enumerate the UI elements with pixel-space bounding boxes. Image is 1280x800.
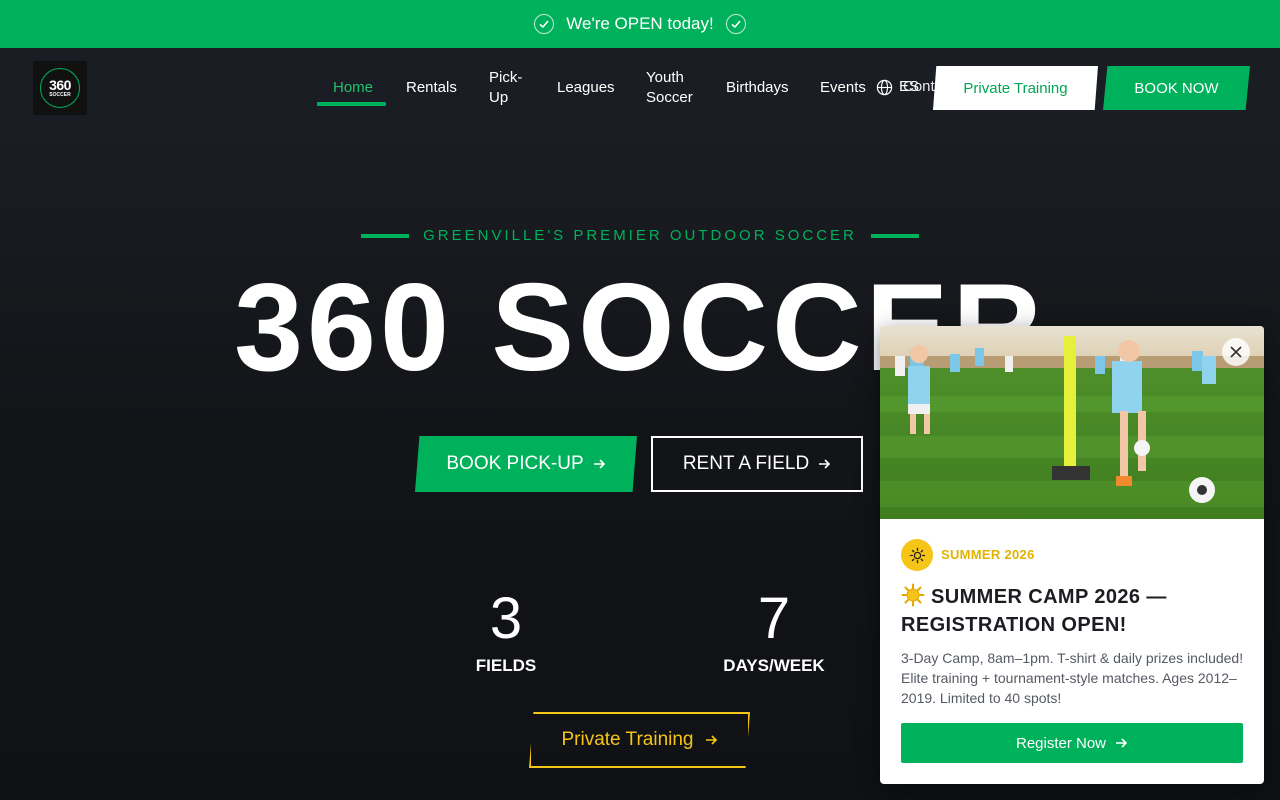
stat-label: FIELDS (475, 656, 537, 675)
book-pickup-button[interactable]: BOOK PICK-UP (415, 436, 637, 492)
arrow-right-icon (705, 735, 717, 745)
site-header: 360 SOCCER Home Rentals Pick- Up Leagues… (0, 48, 1280, 128)
close-icon (1230, 346, 1242, 358)
kids-soccer-training-image (880, 326, 1264, 519)
eyebrow-line-left (361, 233, 410, 238)
stat-value: 7 (757, 586, 791, 651)
popup-close-button[interactable] (1222, 338, 1250, 366)
register-label: Register Now (1015, 734, 1107, 752)
nav-home[interactable]: Home (333, 78, 373, 98)
check-circle-icon (534, 14, 555, 34)
popup-title: SUMMER CAMP 2026 — REGISTRATION OPEN! (901, 583, 1241, 639)
eyebrow-text: GREENVILLE'S PREMIER OUTDOOR SOCCER (423, 227, 857, 244)
stat-fields: 3 FIELDS (406, 588, 606, 676)
stat-value: 3 (489, 586, 523, 651)
check-circle-icon (725, 14, 746, 34)
sun-emoji-icon (901, 583, 925, 607)
arrow-right-icon (593, 459, 605, 469)
rent-field-button[interactable]: RENT A FIELD (651, 436, 863, 492)
arrow-right-icon (1116, 738, 1128, 748)
popup-description: 3-Day Camp, 8am–1pm. T-shirt & daily pri… (901, 650, 1244, 706)
eyebrow-line-right (870, 233, 919, 238)
summer-camp-popup: SUMMER 2026 SUMMER CAMP 2026 — REGISTRAT… (880, 326, 1264, 784)
site-logo[interactable]: 360 SOCCER (33, 61, 87, 115)
book-now-button[interactable]: BOOK NOW (1103, 66, 1250, 110)
book-pickup-label: BOOK PICK-UP (446, 453, 584, 474)
sun-icon (909, 547, 925, 563)
private-training-header-button[interactable]: Private Training (933, 66, 1098, 110)
nav-youth-soccer[interactable]: Youth Soccer (646, 68, 693, 108)
logo-word: SOCCER (49, 92, 71, 98)
nav-rentals[interactable]: Rentals (406, 78, 457, 98)
banner-text: We're OPEN today! (566, 14, 714, 33)
season-badge-label: SUMMER 2026 (941, 547, 1035, 562)
sun-badge (901, 539, 933, 571)
nav-youth-line2: Soccer (646, 89, 693, 106)
private-training-hero-button[interactable]: Private Training (529, 712, 750, 768)
hero-eyebrow: GREENVILLE'S PREMIER OUTDOOR SOCCER (0, 227, 1280, 244)
nav-pickup[interactable]: Pick- Up (489, 68, 522, 108)
nav-youth-line1: Youth (646, 69, 684, 86)
logo-number: 360 (49, 77, 71, 93)
arrow-right-icon (819, 459, 831, 469)
private-training-label: Private Training (561, 729, 694, 750)
logo-ring: 360 SOCCER (40, 68, 80, 108)
nav-events[interactable]: Events (820, 78, 866, 98)
stat-days: 7 DAYS/WEEK (674, 588, 874, 676)
globe-icon[interactable] (876, 79, 893, 96)
nav-active-underline (317, 102, 386, 106)
stat-label: DAYS/WEEK (723, 656, 825, 675)
nav-leagues[interactable]: Leagues (557, 78, 615, 98)
nav-pickup-line1: Pick- (489, 69, 523, 86)
nav-pickup-line2: Up (489, 89, 509, 106)
register-now-button[interactable]: Register Now (901, 723, 1243, 763)
nav-birthdays[interactable]: Birthdays (726, 78, 789, 98)
open-banner: We're OPEN today! (0, 0, 1280, 48)
popup-title-text: SUMMER CAMP 2026 — REGISTRATION OPEN! (901, 586, 1167, 636)
rent-field-label: RENT A FIELD (682, 453, 810, 474)
